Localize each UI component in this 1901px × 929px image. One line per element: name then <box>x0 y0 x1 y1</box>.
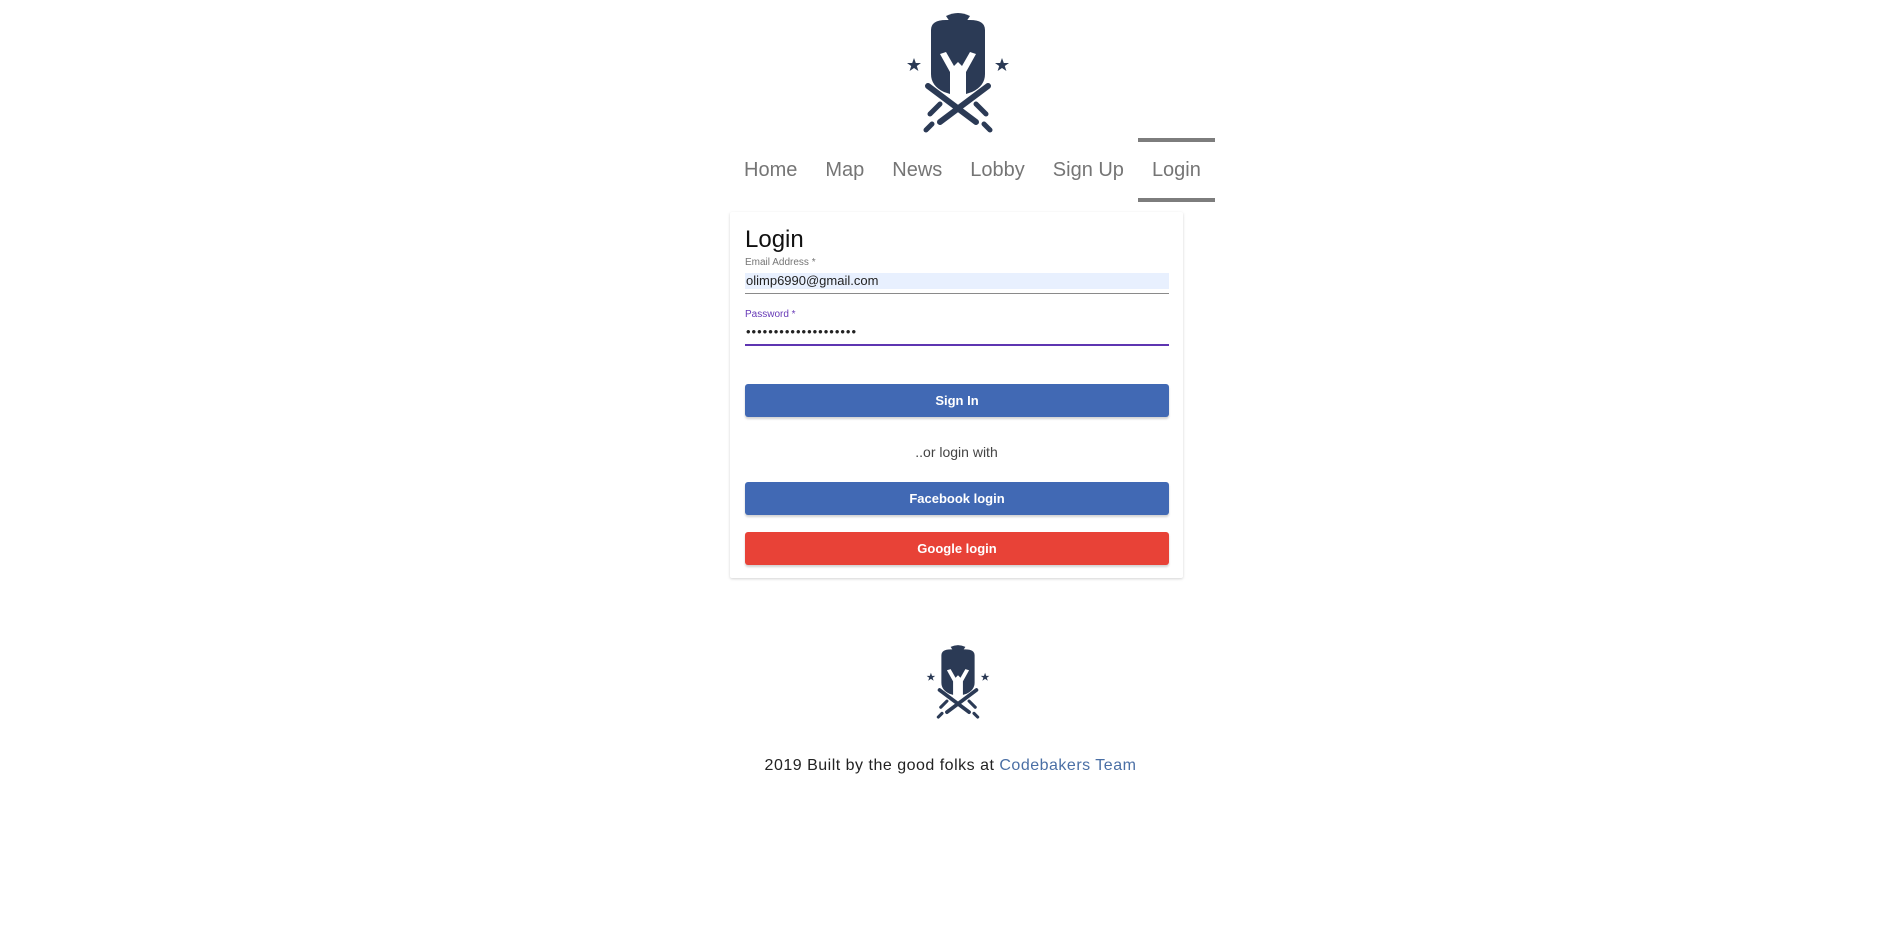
codebakers-link[interactable]: Codebakers Team <box>999 757 1136 774</box>
google-login-button[interactable]: Google login <box>745 532 1169 565</box>
nav-item-news[interactable]: News <box>878 138 956 202</box>
email-field[interactable]: olimp6990@gmail.com <box>745 273 1169 289</box>
password-field[interactable]: •••••••••••••••••••• <box>745 324 1169 340</box>
or-login-with-text: ..or login with <box>915 444 998 460</box>
nav-item-lobby[interactable]: Lobby <box>956 138 1039 202</box>
login-card: Login Email Address * olimp6990@gmail.co… <box>730 212 1183 578</box>
spartan-logo-footer-icon <box>926 645 990 719</box>
footer-text: 2019 Built by the good folks at <box>764 757 995 774</box>
nav-item-map[interactable]: Map <box>811 138 878 202</box>
nav-item-signup[interactable]: Sign Up <box>1039 138 1138 202</box>
login-title: Login <box>745 226 804 253</box>
nav-item-login[interactable]: Login <box>1137 138 1215 202</box>
nav-item-home[interactable]: Home <box>730 138 811 202</box>
main-nav: Home Map News Lobby Sign Up Login <box>730 138 1215 202</box>
sign-in-button[interactable]: Sign In <box>745 384 1169 417</box>
password-label: Password * <box>745 309 796 320</box>
spartan-logo-icon <box>907 13 1009 133</box>
email-label: Email Address * <box>745 257 816 268</box>
password-underline <box>745 344 1169 346</box>
footer: 2019 Built by the good folks at Codebake… <box>0 757 1901 775</box>
facebook-login-button[interactable]: Facebook login <box>745 482 1169 515</box>
email-underline <box>745 293 1169 294</box>
